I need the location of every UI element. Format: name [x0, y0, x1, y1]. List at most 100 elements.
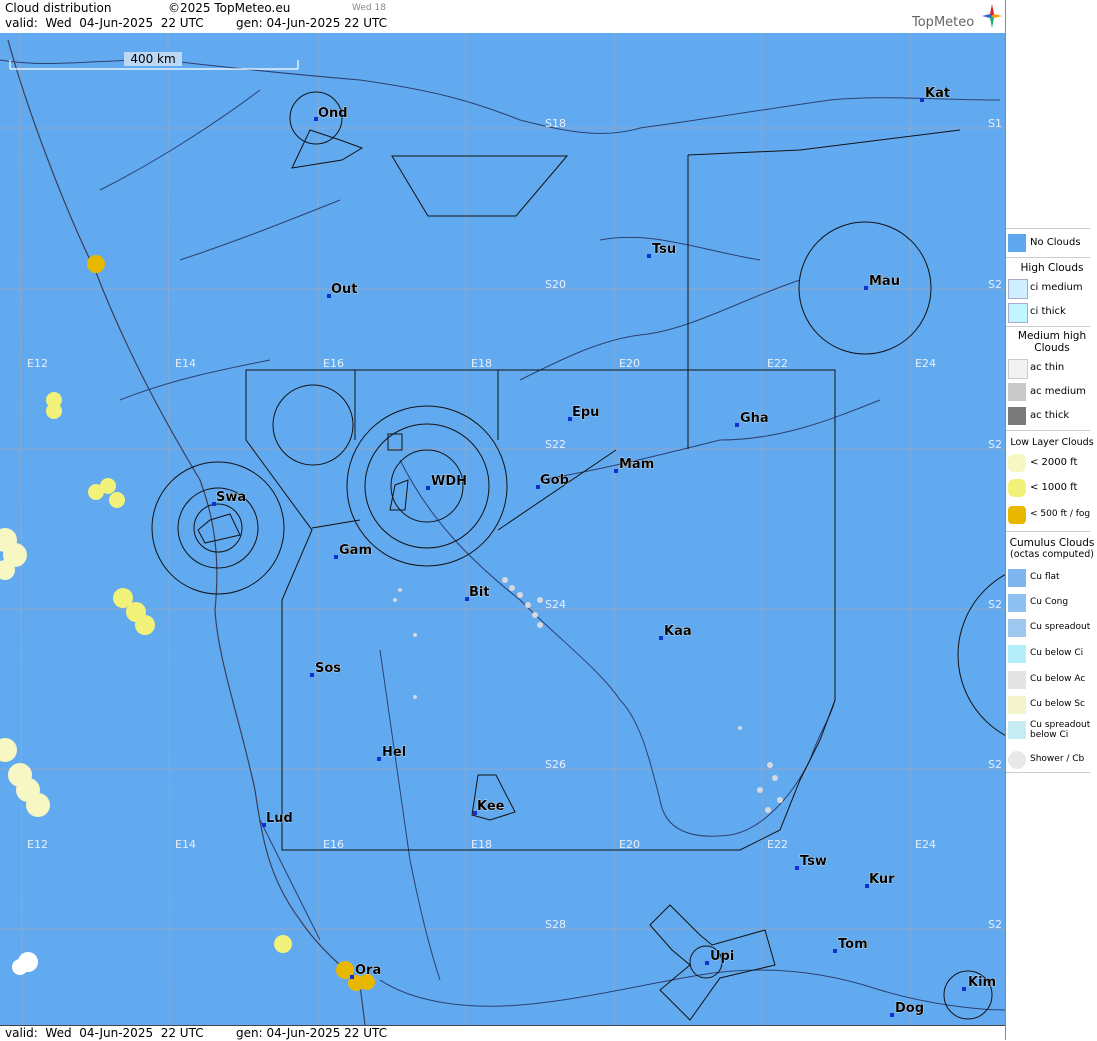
legend-ac-thin: ac thin — [1006, 356, 1097, 380]
footer-gen-time: gen: 04-Jun-2025 22 UTC — [236, 1026, 388, 1040]
swatch-cu-flat — [1008, 569, 1026, 587]
city-markers — [212, 98, 966, 1017]
map-title: Cloud distribution — [5, 1, 112, 15]
lat-edge-label: S2 — [988, 278, 1002, 291]
legend-label: ac thick — [1030, 410, 1070, 421]
legend-ac-medium: ac medium — [1006, 380, 1097, 404]
lat-lon-grid — [0, 33, 1005, 1025]
legend-no-clouds: No Clouds — [1006, 231, 1097, 255]
city-label: Hel — [382, 745, 406, 760]
footer-valid-time: valid: Wed 04-Jun-2025 22 UTC — [5, 1026, 204, 1040]
scale-label: 400 km — [124, 52, 182, 66]
city-label: Tsw — [800, 854, 827, 869]
legend-panel: No Clouds High Clouds ci medium ci thick… — [1005, 0, 1097, 1040]
city-label: Mam — [619, 457, 654, 472]
lon-label: E22 — [767, 357, 788, 370]
lon-label: E12 — [27, 838, 48, 851]
lat-edge-label: S2 — [988, 758, 1002, 771]
lat-label: S28 — [545, 918, 566, 931]
city-label: Ora — [355, 963, 381, 978]
legend-label: ci medium — [1030, 282, 1083, 293]
swatch-no-clouds — [1008, 234, 1026, 252]
legend-ci-thick: ci thick — [1006, 300, 1097, 324]
legend-low-2000: < 2000 ft — [1006, 451, 1097, 475]
legend-label: < 2000 ft — [1030, 457, 1078, 468]
legend-cu-below-ac: Cu below Ac — [1006, 668, 1097, 692]
legend-label: ac medium — [1030, 386, 1086, 397]
lat-edge-label: S2 — [988, 598, 1002, 611]
cloud-map[interactable]: E12 E14 E16 E18 E20 E22 E24 E12 E14 E16 … — [0, 33, 1005, 1025]
legend-label: Cu spreadout — [1030, 622, 1091, 632]
city-label: Gam — [339, 543, 372, 558]
city-label: Tsu — [652, 242, 676, 257]
city-label: Bit — [469, 585, 490, 600]
legend-label: ac thin — [1030, 362, 1065, 373]
legend-cu-spreadout-below-ci: Cu spreadout below Ci — [1006, 718, 1097, 746]
legend-label: No Clouds — [1030, 237, 1081, 248]
lon-label: E18 — [471, 838, 492, 851]
city-label: Swa — [216, 490, 246, 505]
lon-label: E16 — [323, 838, 344, 851]
lat-label: S18 — [545, 117, 566, 130]
valid-time: valid: Wed 04-Jun-2025 22 UTC — [5, 16, 204, 30]
lat-label: S26 — [545, 758, 566, 771]
lon-label: E20 — [619, 838, 640, 851]
map-canvas: E12 E14 E16 E18 E20 E22 E24 E12 E14 E16 … — [0, 33, 1005, 1025]
legend-cu-flat: Cu flat — [1006, 566, 1097, 590]
swatch-cu-below-sc — [1008, 696, 1026, 714]
legend-cu-cong: Cu Cong — [1006, 591, 1097, 615]
city-label: Epu — [572, 405, 599, 420]
swatch-cu-spreadout-below-ci — [1008, 721, 1026, 739]
city-label: Ond — [318, 106, 348, 121]
legend-label: Cu below Ac — [1030, 674, 1086, 684]
city-label: Tom — [838, 937, 868, 952]
swatch-ac-thin — [1008, 359, 1028, 379]
legend-label: Cu flat — [1030, 572, 1060, 582]
swatch-cu-spreadout — [1008, 619, 1026, 637]
lon-label: E14 — [175, 357, 196, 370]
legend-sub-cu: (octas computed) — [1010, 549, 1094, 560]
city-label: Sos — [315, 661, 341, 676]
lat-edge-label: S2 — [988, 918, 1002, 931]
legend-cu-below-sc: Cu below Sc — [1006, 693, 1097, 717]
city-label: Lud — [266, 811, 293, 826]
city-label: Gha — [740, 411, 769, 426]
swatch-shower-cb — [1008, 751, 1026, 769]
city-label: Kaa — [664, 624, 692, 639]
city-label: Mau — [869, 274, 900, 289]
city-label: Gob — [540, 473, 569, 488]
lon-label: E12 — [27, 357, 48, 370]
city-label: Upi — [710, 949, 734, 964]
map-header: Cloud distribution ©2025 TopMeteo.eu Wed… — [0, 0, 1005, 34]
legend-header-high: High Clouds — [1020, 262, 1084, 274]
legend-label: Shower / Cb — [1030, 754, 1085, 764]
legend-low-500: < 500 ft / fog — [1006, 503, 1097, 527]
swatch-ac-medium — [1008, 383, 1026, 401]
copyright: ©2025 TopMeteo.eu — [168, 1, 291, 15]
swatch-ci-medium — [1008, 279, 1028, 299]
legend-header-cu: Cumulus Clouds — [1009, 537, 1095, 549]
lat-label: S22 — [545, 438, 566, 451]
swatch-low-1000 — [1008, 479, 1026, 497]
legend-ac-thick: ac thick — [1006, 404, 1097, 428]
legend-label: < 500 ft / fog — [1030, 509, 1091, 519]
lon-label: E22 — [767, 838, 788, 851]
lon-label: E16 — [323, 357, 344, 370]
map-footer: valid: Wed 04-Jun-2025 22 UTC gen: 04-Ju… — [0, 1025, 1005, 1041]
city-label: Kee — [477, 799, 505, 814]
legend-header-medium: Medium high Clouds — [1017, 330, 1087, 354]
city-label: Kur — [869, 872, 895, 887]
lat-label: S24 — [545, 598, 566, 611]
swatch-ac-thick — [1008, 407, 1026, 425]
compass-logo-icon — [982, 4, 1002, 28]
lon-label: E24 — [915, 838, 936, 851]
legend-label: Cu Cong — [1030, 597, 1069, 607]
cumulus-speckle — [393, 577, 783, 813]
day-tag: Wed 18 — [352, 3, 386, 13]
lat-edge-label: S2 — [988, 438, 1002, 451]
city-label: Out — [331, 282, 358, 297]
gen-time: gen: 04-Jun-2025 22 UTC — [236, 16, 388, 30]
swatch-cu-below-ac — [1008, 671, 1026, 689]
city-label: Dog — [895, 1001, 924, 1016]
swatch-cu-below-ci — [1008, 645, 1026, 663]
